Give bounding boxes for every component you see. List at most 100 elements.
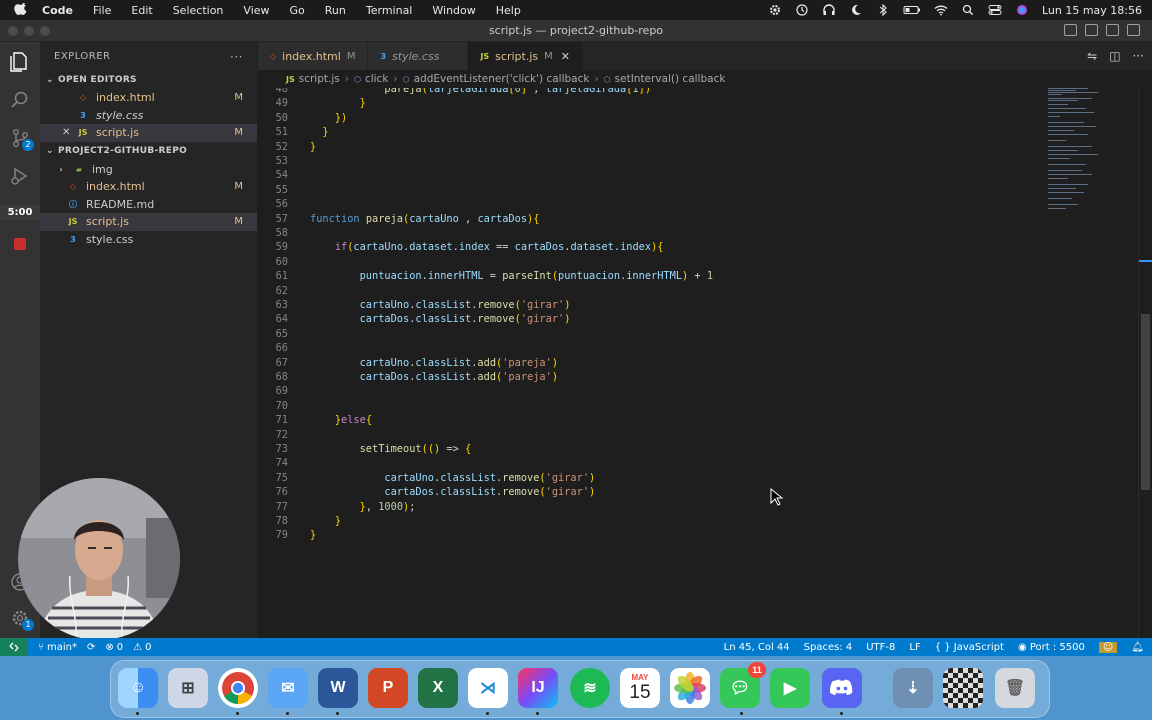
time-machine-icon[interactable]	[795, 4, 809, 16]
code-line[interactable]: 61 puntuacion.innerHTML = parseInt(puntu…	[258, 269, 1018, 283]
code-line[interactable]: 76 cartaDos.classList.remove('girar')	[258, 485, 1018, 499]
launchpad-icon[interactable]: ⊞	[168, 668, 208, 708]
menubar-clock[interactable]: Lun 15 may 18:56	[1042, 4, 1142, 17]
bluetooth-icon[interactable]	[876, 4, 890, 16]
close-tab-icon[interactable]: ✕	[561, 50, 570, 63]
menu-view[interactable]: View	[243, 4, 269, 17]
code-line[interactable]: 78 }	[258, 514, 1018, 528]
code-line[interactable]: 68 cartaDos.classList.add('pareja')	[258, 370, 1018, 384]
project-section[interactable]: ⌄ PROJECT2-GITHUB-REPO	[40, 142, 257, 161]
menu-window[interactable]: Window	[432, 4, 475, 17]
code-line[interactable]: 73 setTimeout(() => {	[258, 442, 1018, 456]
search-icon[interactable]	[961, 4, 975, 16]
menu-run[interactable]: Run	[325, 4, 346, 17]
toggle-secondary-sidebar-icon[interactable]	[1106, 24, 1119, 36]
code-line[interactable]: 54	[258, 168, 1018, 182]
close-editor-icon[interactable]: ✕	[62, 127, 70, 138]
code-line[interactable]: 63 cartaUno.classList.remove('girar')	[258, 298, 1018, 312]
folder-img[interactable]: › ▰ img	[40, 161, 257, 179]
code-line[interactable]: 70	[258, 399, 1018, 413]
downloads-icon[interactable]: ⇣	[893, 668, 933, 708]
discord-icon[interactable]	[822, 668, 862, 708]
gear-tray-icon[interactable]	[768, 4, 782, 16]
code-line[interactable]: 58	[258, 226, 1018, 240]
search-view-icon[interactable]	[8, 88, 32, 112]
code-line[interactable]: 57 function pareja(cartaUno , cartaDos){	[258, 212, 1018, 226]
dark-mode-icon[interactable]	[849, 4, 863, 16]
code-line[interactable]: 64 cartaDos.classList.remove('girar')	[258, 312, 1018, 326]
cursor-position[interactable]: Ln 45, Col 44	[724, 642, 790, 653]
scrollbar-thumb[interactable]	[1141, 314, 1150, 490]
editor-scrollbar[interactable]	[1138, 88, 1152, 638]
manage-gear-icon[interactable]: 1	[8, 606, 34, 631]
code-line[interactable]: 53	[258, 154, 1018, 168]
tab-style-css[interactable]: 3 style.css	[368, 42, 469, 70]
code-line[interactable]: 48 pareja(tarjetaGirada[0] , tarjetaGira…	[258, 88, 1018, 96]
code-line[interactable]: 69	[258, 384, 1018, 398]
source-control-icon[interactable]: 2	[8, 126, 34, 151]
record-icon[interactable]	[8, 232, 32, 256]
code-line[interactable]: 62	[258, 284, 1018, 298]
file-index-html[interactable]: ◇ index.html M	[40, 178, 257, 196]
open-editors-section[interactable]: ⌄ OPEN EDITORS	[40, 70, 257, 89]
menu-go[interactable]: Go	[290, 4, 305, 17]
menu-terminal[interactable]: Terminal	[366, 4, 413, 17]
notifications-icon[interactable]: 🔔︎	[1131, 642, 1144, 653]
toggle-panel-icon[interactable]	[1085, 24, 1098, 36]
intellij-icon[interactable]: IJ	[518, 668, 558, 708]
indentation[interactable]: Spaces: 4	[804, 642, 853, 653]
siri-icon[interactable]	[1015, 4, 1029, 16]
file-script-js[interactable]: JS script.js M	[40, 213, 257, 231]
menu-selection[interactable]: Selection	[173, 4, 224, 17]
code-line[interactable]: 79}	[258, 528, 1018, 542]
code-line[interactable]: 49 }	[258, 96, 1018, 110]
language-mode[interactable]: { } JavaScript	[935, 642, 1004, 653]
end-of-line[interactable]: LF	[909, 642, 920, 653]
menu-file[interactable]: File	[93, 4, 111, 17]
copilot-icon[interactable]: ☺	[1098, 641, 1118, 653]
vscode-icon[interactable]: ⋊	[468, 668, 508, 708]
code-line[interactable]: 55	[258, 183, 1018, 197]
explorer-icon[interactable]	[8, 50, 32, 74]
menu-app-name[interactable]: Code	[42, 4, 73, 17]
spotify-icon[interactable]: ≋	[570, 668, 610, 708]
code-line[interactable]: 60	[258, 255, 1018, 269]
code-line[interactable]: 51 }	[258, 125, 1018, 139]
code-line[interactable]: 66	[258, 341, 1018, 355]
minimap[interactable]	[1044, 88, 1104, 228]
breadcrumb-item[interactable]: script.js	[299, 73, 340, 85]
facetime-icon[interactable]: ▶	[770, 668, 810, 708]
tab-index-html[interactable]: ◇ index.html M	[258, 42, 369, 70]
tab-script-js[interactable]: JS script.js M ✕	[468, 42, 583, 70]
file-readme-md[interactable]: ⓘ README.md	[40, 196, 257, 214]
customize-layout-icon[interactable]	[1127, 24, 1140, 36]
timer-widget[interactable]: 5:00	[0, 205, 40, 220]
breadcrumb-item[interactable]: addEventListener('click') callback	[414, 73, 590, 85]
messages-icon[interactable]: 💬︎ 11	[720, 662, 766, 708]
encoding[interactable]: UTF-8	[866, 642, 895, 653]
open-editor-style-css[interactable]: 3 style.css	[40, 107, 257, 125]
battery-icon[interactable]	[903, 4, 921, 16]
chess-icon[interactable]	[943, 668, 983, 708]
code-line[interactable]: 74	[258, 456, 1018, 470]
chrome-icon[interactable]	[218, 668, 258, 708]
open-editor-index-html[interactable]: ◇ index.html M	[40, 89, 257, 107]
photos-icon[interactable]	[670, 668, 710, 708]
control-center-icon[interactable]	[988, 4, 1002, 16]
code-line[interactable]: 72	[258, 428, 1018, 442]
breadcrumb-item[interactable]: setInterval() callback	[615, 73, 726, 85]
code-line[interactable]: 77 }, 1000);	[258, 500, 1018, 514]
code-line[interactable]: 67 cartaUno.classList.add('pareja')	[258, 356, 1018, 370]
wifi-icon[interactable]	[934, 4, 948, 16]
branch-name[interactable]: main*	[47, 642, 77, 653]
remote-indicator-icon[interactable]	[0, 638, 28, 656]
problems-count[interactable]: 0	[117, 642, 123, 653]
run-debug-icon[interactable]	[8, 164, 32, 188]
code-line[interactable]: 59 if(cartaUno.dataset.index == cartaDos…	[258, 240, 1018, 254]
menu-help[interactable]: Help	[496, 4, 521, 17]
excel-icon[interactable]: X	[418, 668, 458, 708]
apple-icon[interactable]	[14, 3, 28, 17]
code-line[interactable]: 71 }else{	[258, 413, 1018, 427]
code-line[interactable]: 75 cartaUno.classList.remove('girar')	[258, 471, 1018, 485]
mail-icon[interactable]: ✉	[268, 668, 308, 708]
